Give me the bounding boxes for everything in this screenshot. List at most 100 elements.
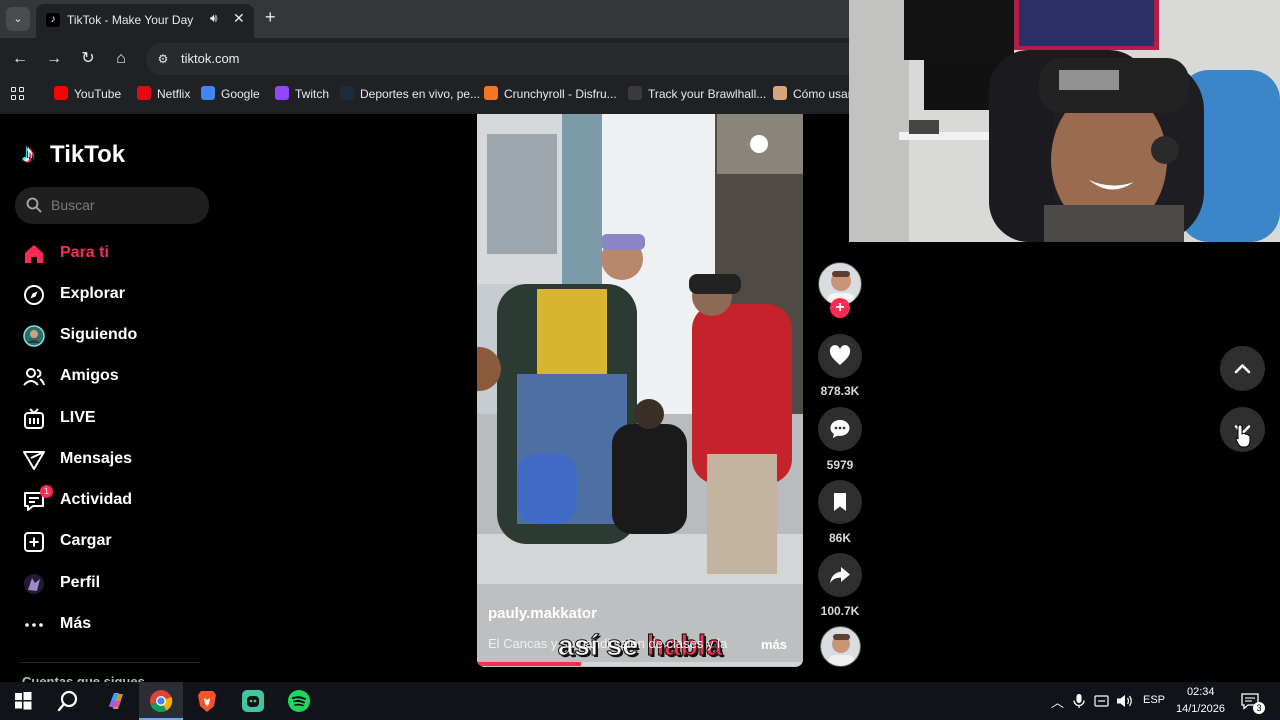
page-icon bbox=[773, 86, 787, 100]
address-bar[interactable]: ⚙ tiktok.com bbox=[146, 43, 849, 75]
video-author[interactable]: pauly.makkator bbox=[488, 605, 597, 622]
share-icon bbox=[830, 567, 850, 583]
windows-start-icon[interactable] bbox=[8, 686, 38, 716]
activity-badge: 1 bbox=[40, 485, 53, 498]
bookmark-item[interactable]: Twitch bbox=[275, 86, 329, 102]
share-count: 100.7K bbox=[820, 604, 860, 618]
follow-button[interactable]: + bbox=[830, 298, 850, 318]
browser-window: ⌄ ♪ TikTok - Make Your Day 🔊︎ ✕ + ← → ↻ … bbox=[0, 0, 852, 114]
heart-icon bbox=[829, 345, 851, 365]
search-taskbar-icon[interactable] bbox=[53, 686, 83, 716]
sidebar-divider bbox=[20, 662, 200, 663]
search-input[interactable] bbox=[51, 195, 201, 215]
webcam-image bbox=[849, 0, 1280, 242]
network-icon[interactable] bbox=[1094, 693, 1110, 709]
url-text[interactable]: tiktok.com bbox=[181, 51, 240, 66]
like-count: 878.3K bbox=[820, 384, 860, 398]
bookmark-label: Crunchyroll - Disfru... bbox=[504, 87, 617, 101]
brave-icon[interactable] bbox=[192, 686, 222, 716]
google-icon bbox=[201, 86, 215, 100]
video-progress-bar[interactable] bbox=[477, 662, 803, 666]
apps-grid-icon[interactable] bbox=[11, 87, 25, 101]
compass-icon bbox=[24, 285, 44, 305]
comment-count: 5979 bbox=[826, 458, 854, 472]
taskbar: ︿ ESP 02:34 14/1/2026 3 bbox=[0, 682, 1280, 720]
bookmark-label: Netflix bbox=[157, 87, 191, 101]
bookmark-item[interactable]: Netflix bbox=[137, 86, 190, 102]
avatar-icon bbox=[23, 325, 45, 347]
sidebar-item-profile[interactable]: Perfil bbox=[20, 567, 210, 601]
reload-icon[interactable]: ↻ bbox=[77, 48, 99, 70]
sidebar-item-label: Siguiendo bbox=[60, 326, 138, 343]
chrome-icon[interactable] bbox=[146, 686, 176, 716]
tiktok-note-icon: ♪ bbox=[22, 138, 35, 168]
sidebar-item-label: Actividad bbox=[60, 491, 133, 508]
site-info-icon[interactable]: ⚙ bbox=[154, 50, 172, 68]
sidebar-item-label: Para ti bbox=[60, 244, 109, 261]
clock-date[interactable]: 14/1/2026 bbox=[1176, 703, 1225, 715]
new-tab-button[interactable]: + bbox=[265, 7, 276, 28]
bookmark-item[interactable]: Track your Brawlhall... bbox=[628, 86, 766, 102]
sidebar-item-activity[interactable]: Actividad 1 bbox=[20, 484, 210, 518]
brawlhalla-icon bbox=[628, 86, 642, 100]
sidebar-item-avatar[interactable]: Siguiendo bbox=[20, 319, 210, 353]
bookmark-item[interactable]: Google bbox=[201, 86, 260, 102]
save-button[interactable] bbox=[818, 480, 862, 524]
forward-icon[interactable]: → bbox=[43, 48, 65, 70]
sidebar-item-more[interactable]: Más bbox=[20, 608, 210, 642]
volume-icon[interactable] bbox=[1116, 693, 1134, 709]
sidebar-item-messages[interactable]: Mensajes bbox=[20, 443, 210, 477]
search-box[interactable] bbox=[15, 187, 209, 224]
mouse-cursor-icon bbox=[1235, 424, 1251, 448]
search-icon bbox=[26, 197, 42, 213]
clock-time[interactable]: 02:34 bbox=[1187, 686, 1215, 698]
bookmark-label: Twitch bbox=[295, 87, 330, 101]
like-button[interactable] bbox=[818, 334, 862, 378]
sports-icon bbox=[340, 86, 354, 100]
tab-search-button[interactable]: ⌄ bbox=[6, 7, 30, 31]
tiktok-favicon-icon: ♪ bbox=[46, 13, 60, 27]
sidebar-item-compass[interactable]: Explorar bbox=[20, 278, 210, 312]
sidebar-item-label: Cargar bbox=[60, 532, 112, 549]
close-tab-icon[interactable]: ✕ bbox=[233, 10, 245, 27]
share-button[interactable] bbox=[818, 553, 862, 597]
back-icon[interactable]: ← bbox=[9, 48, 31, 70]
youtube-icon bbox=[54, 86, 68, 100]
profile-icon bbox=[24, 574, 44, 594]
notification-count: 3 bbox=[1253, 702, 1265, 714]
sidebar-item-live[interactable]: LIVE bbox=[20, 402, 210, 436]
bookmark-item[interactable]: Deportes en vivo, pe... bbox=[340, 86, 480, 102]
video-frame bbox=[477, 114, 803, 667]
music-disc-avatar[interactable] bbox=[820, 626, 861, 667]
spotify-icon[interactable] bbox=[284, 686, 314, 716]
webcam-overlay bbox=[849, 0, 1280, 242]
bookmark-item[interactable]: Cómo usar bbox=[773, 86, 852, 102]
video-player[interactable]: así se habla pauly.makkator El Cancas y … bbox=[477, 114, 803, 667]
tray-chevron-icon[interactable]: ︿ bbox=[1051, 692, 1064, 711]
bookmark-item[interactable]: Crunchyroll - Disfru... bbox=[484, 86, 617, 102]
save-count: 86K bbox=[828, 531, 851, 545]
sidebar-item-label: Explorar bbox=[60, 285, 125, 302]
microphone-icon[interactable] bbox=[1072, 693, 1086, 709]
language-indicator[interactable]: ESP bbox=[1143, 694, 1165, 706]
sidebar-item-home[interactable]: Para ti bbox=[20, 237, 210, 271]
sidebar-item-label: Amigos bbox=[60, 367, 119, 384]
sidebar-item-upload[interactable]: Cargar bbox=[20, 525, 210, 559]
logo-text: TikTok bbox=[50, 141, 126, 168]
comment-button[interactable] bbox=[818, 407, 862, 451]
browser-toolbar: ← → ↻ ⌂ ⚙ tiktok.com bbox=[0, 38, 849, 80]
tab-title: TikTok - Make Your Day bbox=[67, 13, 194, 27]
previous-video-button[interactable] bbox=[1220, 346, 1265, 391]
more-button[interactable]: más bbox=[761, 637, 787, 652]
speaker-icon[interactable]: 🔊︎ bbox=[210, 11, 218, 26]
bookmark-item[interactable]: YouTube bbox=[54, 86, 121, 102]
screen: ⌄ ♪ TikTok - Make Your Day 🔊︎ ✕ + ← → ↻ … bbox=[0, 0, 1280, 720]
copilot-icon[interactable] bbox=[101, 686, 131, 716]
bookmark-label: Deportes en vivo, pe... bbox=[360, 87, 481, 101]
discord-icon[interactable] bbox=[238, 686, 268, 716]
sidebar-item-friends[interactable]: Amigos bbox=[20, 360, 210, 394]
sidebar-item-label: Perfil bbox=[60, 574, 101, 591]
home-button-icon[interactable]: ⌂ bbox=[110, 48, 132, 70]
chevron-up-icon bbox=[1234, 364, 1251, 374]
tab-tiktok[interactable]: ♪ TikTok - Make Your Day 🔊︎ ✕ bbox=[36, 4, 254, 38]
